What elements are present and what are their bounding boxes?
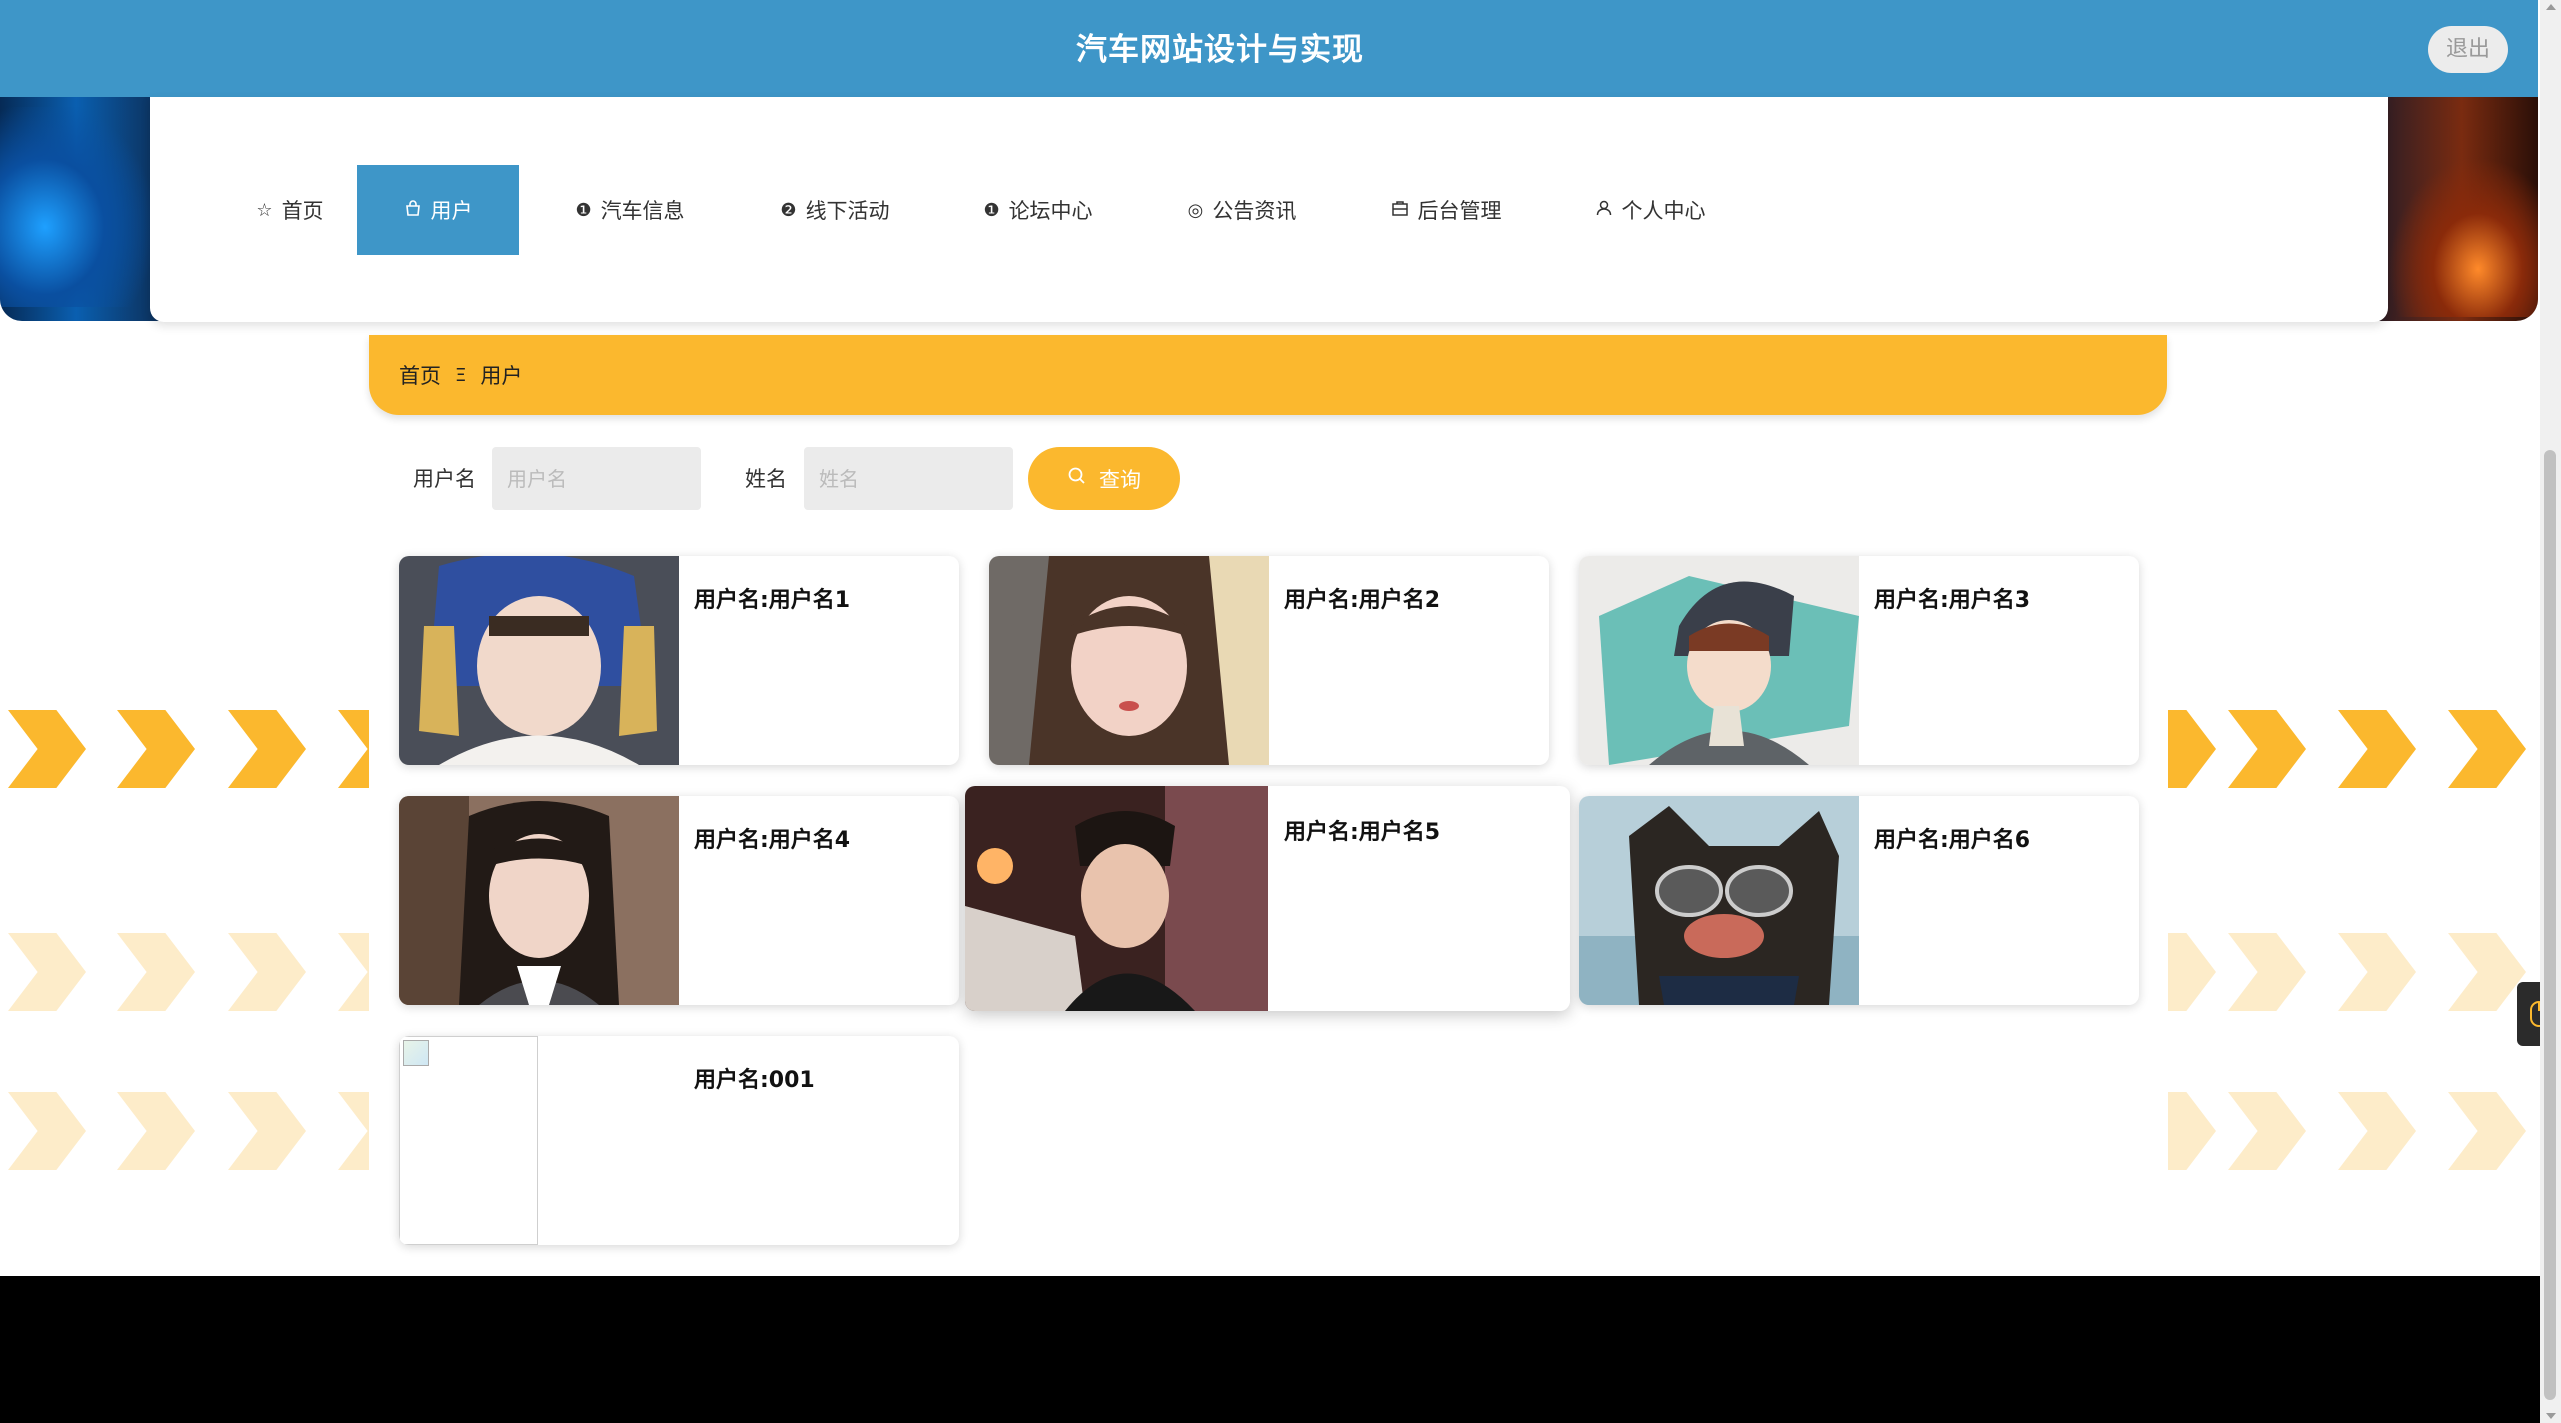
user-card[interactable]: 用户名:用户名2 — [989, 556, 1549, 765]
user-icon — [1595, 199, 1613, 222]
page: 汽车网站设计与实现 退出 ☆ 首页 用户 ❶ 汽车信息 ❷ 线下活动 ❶ 论坛中… — [0, 0, 2561, 1423]
nav-item-forum[interactable]: ❶ 论坛中心 — [958, 165, 1118, 255]
user-card[interactable]: 用户名:001 — [399, 1036, 959, 1245]
nav-item-label: 首页 — [281, 199, 324, 223]
info-circle-icon: ❶ — [983, 199, 1000, 221]
name-label: 姓名 — [745, 467, 787, 491]
username-label: 用户名 — [413, 467, 476, 491]
nav-item-events[interactable]: ❷ 线下活动 — [755, 165, 915, 255]
username-search-input[interactable] — [492, 447, 701, 510]
main-nav: ☆ 首页 用户 ❶ 汽车信息 ❷ 线下活动 ❶ 论坛中心 ◎ 公告资讯 后台管理… — [150, 97, 2388, 322]
header-bar: 汽车网站设计与实现 退出 — [0, 0, 2538, 97]
nav-item-label: 线下活动 — [805, 199, 890, 223]
user-card[interactable]: 用户名:用户名4 — [399, 796, 959, 1005]
name-search-input[interactable] — [804, 447, 1013, 510]
info-circle-icon: ❶ — [575, 199, 592, 221]
bag-icon — [404, 199, 422, 222]
nav-item-label: 个人中心 — [1621, 199, 1706, 223]
briefcase-icon — [1391, 199, 1409, 222]
star-icon: ☆ — [256, 199, 273, 221]
user-card[interactable]: 用户名:用户名3 — [1579, 556, 2139, 765]
nav-item-admin[interactable]: 后台管理 — [1366, 165, 1526, 255]
nav-item-home[interactable]: ☆ 首页 — [220, 165, 360, 255]
nav-item-news[interactable]: ◎ 公告资讯 — [1162, 165, 1322, 255]
user-avatar-photo — [1579, 796, 1859, 1005]
nav-item-profile[interactable]: 个人中心 — [1570, 165, 1730, 255]
user-avatar-photo — [1579, 556, 1859, 765]
user-card[interactable]: 用户名:用户名1 — [399, 556, 959, 765]
user-card[interactable]: 用户名:用户名5 — [965, 786, 1570, 1011]
scrollbar-thumb[interactable] — [2544, 450, 2556, 1400]
user-card-username: 用户名:用户名3 — [1874, 588, 2031, 613]
user-avatar-photo — [399, 796, 679, 1005]
search-button[interactable]: 查询 — [1028, 447, 1180, 510]
nav-item-label: 公告资讯 — [1212, 199, 1297, 223]
breadcrumb-current: 用户 — [480, 364, 523, 388]
user-avatar-photo — [399, 556, 679, 765]
breadcrumb: 首页 Ξ 用户 — [369, 335, 2167, 415]
nav-item-label: 后台管理 — [1417, 199, 1502, 223]
user-avatar-photo — [989, 556, 1269, 765]
broken-image-icon — [399, 1036, 538, 1245]
question-circle-icon: ❷ — [780, 199, 797, 221]
decor-chevrons-left — [0, 700, 369, 1180]
nav-item-label: 用户 — [430, 199, 473, 223]
breadcrumb-separator-icon: Ξ — [455, 364, 467, 386]
nav-item-car-info[interactable]: ❶ 汽车信息 — [550, 165, 710, 255]
user-card-username: 用户名:用户名6 — [1874, 828, 2031, 853]
search-button-label: 查询 — [1099, 467, 1141, 492]
user-card-username: 用户名:用户名4 — [694, 828, 851, 853]
nav-item-label: 论坛中心 — [1008, 199, 1093, 223]
user-avatar-photo — [965, 786, 1268, 1011]
breadcrumb-home[interactable]: 首页 — [399, 360, 441, 390]
site-title: 汽车网站设计与实现 — [1076, 32, 1364, 68]
scroll-down-arrow-icon[interactable] — [2546, 1413, 2556, 1419]
user-card-username: 用户名:用户名1 — [694, 588, 851, 613]
user-card-username: 用户名:用户名2 — [1284, 588, 1441, 613]
user-card-username: 用户名:001 — [694, 1068, 815, 1093]
vertical-scrollbar[interactable] — [2540, 0, 2561, 1423]
nav-item-users[interactable]: 用户 — [357, 165, 519, 255]
decor-chevrons-right — [2168, 700, 2540, 1180]
scroll-up-arrow-icon[interactable] — [2546, 4, 2556, 10]
user-card-username: 用户名:用户名5 — [1284, 820, 1441, 845]
footer — [0, 1276, 2540, 1423]
radio-icon: ◎ — [1187, 199, 1204, 221]
logout-button[interactable]: 退出 — [2428, 26, 2508, 73]
user-card[interactable]: 用户名:用户名6 — [1579, 796, 2139, 1005]
search-icon — [1067, 466, 1087, 491]
nav-item-label: 汽车信息 — [600, 199, 685, 223]
